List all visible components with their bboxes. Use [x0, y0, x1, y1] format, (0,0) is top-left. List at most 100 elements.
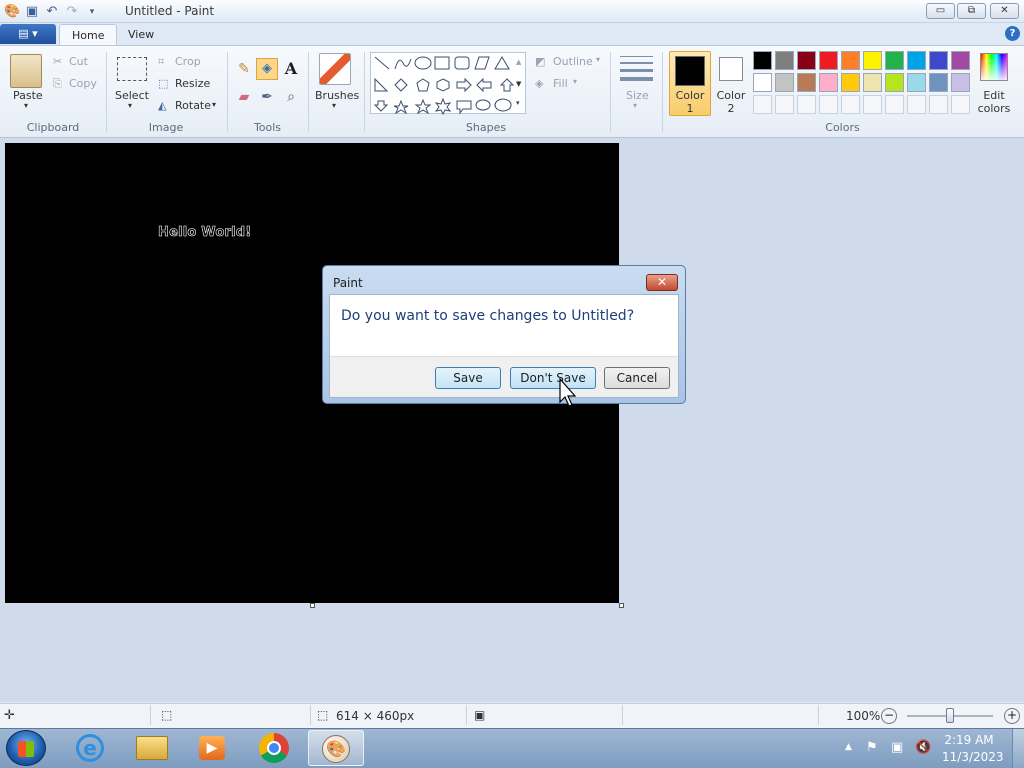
select-dropdown-icon[interactable]: ▾: [128, 101, 132, 110]
color-swatch[interactable]: [753, 51, 772, 70]
clock-date[interactable]: 11/3/2023: [942, 750, 1004, 764]
fill-bucket-icon[interactable]: ◈: [256, 58, 278, 80]
dropdown-icon[interactable]: ▾: [84, 4, 100, 20]
fill-dropdown-icon[interactable]: ▾: [573, 77, 577, 86]
brushes-dropdown-icon[interactable]: ▾: [332, 101, 336, 110]
custom-color-slot[interactable]: [929, 95, 948, 114]
eraser-icon[interactable]: ▰: [233, 86, 255, 108]
color-swatch[interactable]: [929, 51, 948, 70]
undo-icon[interactable]: ↶: [44, 4, 60, 20]
paint-app-icon[interactable]: 🎨: [4, 4, 20, 20]
minimize-button[interactable]: ▭: [926, 3, 955, 19]
size-button[interactable]: Size: [626, 89, 649, 102]
show-desktop-button[interactable]: [1012, 729, 1024, 768]
outline-button[interactable]: Outline: [553, 55, 593, 68]
fill-button[interactable]: Fill: [553, 77, 568, 90]
close-window-button[interactable]: ✕: [990, 3, 1019, 19]
custom-color-slot[interactable]: [775, 95, 794, 114]
rotate-button[interactable]: Rotate: [175, 99, 211, 112]
color-swatch[interactable]: [951, 51, 970, 70]
dont-save-button[interactable]: Don't Save: [510, 367, 596, 389]
color-swatch[interactable]: [775, 73, 794, 92]
clock-time[interactable]: 2:19 AM: [942, 733, 996, 747]
color2-swatch[interactable]: [719, 57, 743, 81]
resize-icon: ⬚: [158, 77, 169, 90]
resize-button[interactable]: Resize: [175, 77, 210, 90]
separator: [106, 52, 107, 132]
custom-color-slot[interactable]: [753, 95, 772, 114]
color-swatch[interactable]: [819, 51, 838, 70]
custom-color-slot[interactable]: [841, 95, 860, 114]
custom-color-slot[interactable]: [819, 95, 838, 114]
color-swatch[interactable]: [863, 51, 882, 70]
shapes-more-icon[interactable]: ▾: [516, 99, 520, 107]
brushes-button[interactable]: Brushes: [315, 89, 359, 102]
edit-colors-button[interactable]: Edit colors: [974, 89, 1014, 115]
taskbar-explorer[interactable]: [124, 730, 180, 766]
zoom-out-button[interactable]: −: [881, 708, 897, 724]
dialog-close-button[interactable]: ✕: [646, 274, 678, 291]
color-swatch[interactable]: [841, 73, 860, 92]
color-swatch[interactable]: [841, 51, 860, 70]
redo-icon[interactable]: ↷: [64, 4, 80, 20]
custom-color-slot[interactable]: [863, 95, 882, 114]
paste-dropdown-icon[interactable]: ▾: [24, 101, 28, 110]
color-swatch[interactable]: [797, 73, 816, 92]
shapes-scroll-up-icon[interactable]: ▲: [516, 58, 521, 66]
color-swatch[interactable]: [819, 73, 838, 92]
dialog-message: Do you want to save changes to Untitled?: [341, 308, 635, 324]
floppy-icon[interactable]: ▣: [24, 4, 40, 20]
network-icon[interactable]: ▣: [891, 740, 903, 755]
color-swatch[interactable]: [929, 73, 948, 92]
pencil-icon[interactable]: ✎: [233, 58, 255, 80]
color-swatch[interactable]: [775, 51, 794, 70]
color-swatch[interactable]: [753, 73, 772, 92]
outline-dropdown-icon[interactable]: ▾: [596, 55, 600, 64]
color-swatch[interactable]: [907, 51, 926, 70]
separator: [150, 705, 151, 725]
color-swatch[interactable]: [885, 73, 904, 92]
color-swatch[interactable]: [863, 73, 882, 92]
size-dropdown-icon[interactable]: ▾: [633, 101, 637, 110]
magnifier-icon[interactable]: ⌕: [280, 86, 302, 108]
resize-handle-corner[interactable]: [619, 603, 624, 608]
file-menu-button[interactable]: ▤ ▾: [0, 24, 56, 44]
taskbar-media-player[interactable]: ▶: [184, 730, 240, 766]
crop-button[interactable]: Crop: [175, 55, 201, 68]
color-swatch[interactable]: [907, 73, 926, 92]
separator: [466, 705, 467, 725]
taskbar-paint[interactable]: 🎨: [308, 730, 364, 766]
resize-handle-bottom[interactable]: [310, 603, 315, 608]
custom-color-slot[interactable]: [951, 95, 970, 114]
restore-button[interactable]: ⧉: [957, 3, 986, 19]
action-center-flag-icon[interactable]: ⚑: [866, 740, 878, 755]
shapes-scroll-down-icon[interactable]: ▼: [516, 80, 521, 88]
custom-color-slot[interactable]: [885, 95, 904, 114]
color-swatch[interactable]: [885, 51, 904, 70]
color-swatch[interactable]: [797, 51, 816, 70]
cancel-button[interactable]: Cancel: [604, 367, 670, 389]
cut-button[interactable]: Cut: [69, 55, 88, 68]
help-icon[interactable]: ?: [1005, 26, 1020, 41]
shapes-gallery[interactable]: [370, 52, 526, 116]
tab-home[interactable]: Home: [59, 24, 118, 46]
copy-button[interactable]: Copy: [69, 77, 97, 90]
start-button[interactable]: [6, 730, 46, 766]
save-button[interactable]: Save: [435, 367, 501, 389]
rotate-dropdown-icon[interactable]: ▾: [212, 100, 216, 109]
color-picker-icon[interactable]: ✒: [256, 86, 278, 108]
zoom-slider-thumb[interactable]: [946, 708, 954, 723]
custom-color-slot[interactable]: [907, 95, 926, 114]
selection-size-icon: ⬚: [161, 708, 173, 722]
zoom-in-button[interactable]: +: [1004, 708, 1020, 724]
taskbar-chrome[interactable]: [246, 730, 302, 766]
custom-color-slot[interactable]: [797, 95, 816, 114]
tab-view[interactable]: View: [116, 24, 166, 46]
volume-muted-icon[interactable]: 🔇: [915, 740, 931, 755]
text-tool-icon[interactable]: A: [280, 58, 302, 80]
color-swatch[interactable]: [951, 73, 970, 92]
color2-label[interactable]: Color 2: [714, 89, 748, 115]
show-hidden-icons[interactable]: ▲: [845, 742, 852, 752]
tools-group-label: Tools: [253, 121, 282, 134]
taskbar-ie[interactable]: e: [62, 730, 118, 766]
